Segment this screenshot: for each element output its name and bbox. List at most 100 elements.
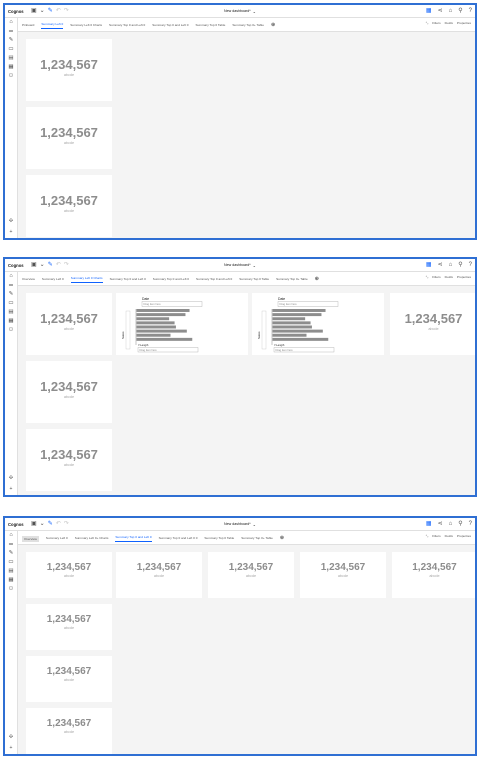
tab[interactable]: Summary Top 0 and Left 0 bbox=[110, 277, 146, 283]
bar-chart-card[interactable]: Date Drag item here Sales Y-Length Drag item… bbox=[116, 293, 248, 355]
pen-icon[interactable]: ✎ bbox=[5, 36, 17, 45]
fields-button[interactable]: Fields bbox=[445, 21, 453, 25]
filters-button[interactable]: Filters bbox=[432, 275, 440, 279]
kpi-card[interactable]: 1,234,567 abcde bbox=[26, 39, 112, 101]
people-icon[interactable]: ⚇ bbox=[5, 72, 17, 81]
share-icon[interactable]: ⋖ bbox=[438, 520, 443, 527]
edit-pencil-icon[interactable]: ✎ bbox=[48, 262, 53, 268]
kpi-card[interactable]: 1,234,567 abcde bbox=[392, 552, 475, 598]
table-icon[interactable]: ▦ bbox=[5, 317, 17, 326]
people-icon[interactable]: ⚇ bbox=[5, 585, 17, 594]
properties-button[interactable]: Properties bbox=[457, 21, 471, 25]
app-brand[interactable]: Cognos bbox=[5, 263, 28, 268]
expand-icon[interactable]: ⤡ bbox=[426, 275, 428, 279]
assistant-icon[interactable]: ▦ bbox=[426, 520, 432, 527]
redo-icon[interactable]: ↷ bbox=[64, 262, 69, 268]
pen-icon[interactable]: ✎ bbox=[5, 290, 17, 299]
table-icon[interactable]: ▦ bbox=[5, 576, 17, 585]
tab[interactable]: Summary Left 0 Charts bbox=[70, 23, 102, 29]
filters-button[interactable]: Filters bbox=[432, 21, 440, 25]
save-icon[interactable]: ▣ bbox=[31, 8, 37, 14]
undo-icon[interactable]: ↶ bbox=[56, 262, 61, 268]
kpi-card[interactable]: 1,234,567 abcde bbox=[26, 361, 112, 423]
tab[interactable]: Summary Top 0+ Table bbox=[232, 23, 264, 29]
redo-icon[interactable]: ↷ bbox=[64, 8, 69, 14]
tab[interactable]: Summary Top 0 Table bbox=[204, 536, 234, 542]
notifications-icon[interactable]: ⌂ bbox=[449, 521, 453, 527]
kpi-card[interactable]: 1,234,567 abcde bbox=[208, 552, 294, 598]
app-brand[interactable]: Cognos bbox=[5, 522, 28, 527]
tab[interactable]: Overview bbox=[22, 277, 35, 283]
help-icon[interactable]: ? bbox=[469, 8, 472, 14]
tab[interactable]: Summary Left 0 bbox=[46, 536, 68, 542]
chart-icon[interactable]: ▤ bbox=[5, 54, 17, 63]
home-icon[interactable]: ⌂ bbox=[5, 18, 17, 27]
kpi-card[interactable]: 1,234,567 abcde bbox=[26, 656, 112, 702]
add-nav-icon[interactable]: + bbox=[5, 486, 17, 492]
people-icon[interactable]: ⚇ bbox=[5, 326, 17, 335]
pen-icon[interactable]: ✎ bbox=[5, 549, 17, 558]
help-icon[interactable]: ? bbox=[469, 521, 472, 527]
tab-active[interactable]: Summary Left 0 Charts bbox=[70, 276, 103, 283]
kpi-card[interactable]: 1,234,567 abcde bbox=[26, 293, 112, 355]
redo-icon[interactable]: ↷ bbox=[64, 521, 69, 527]
widget-icon[interactable]: ▭ bbox=[5, 558, 17, 567]
table-icon[interactable]: ▦ bbox=[5, 63, 17, 72]
kpi-card[interactable]: 1,234,567 abcde bbox=[26, 604, 112, 650]
assistant-icon[interactable]: ▦ bbox=[426, 261, 432, 268]
notifications-icon[interactable]: ⌂ bbox=[449, 262, 453, 268]
app-brand[interactable]: Cognos bbox=[5, 9, 28, 14]
save-icon[interactable]: ▣ bbox=[31, 521, 37, 527]
kpi-card[interactable]: 1,234,567 abcde bbox=[116, 552, 202, 598]
filters-button[interactable]: Filters bbox=[432, 534, 440, 538]
tab[interactable]: Summary Top 0 and Left 0 bbox=[153, 277, 189, 283]
home-icon[interactable]: ⌂ bbox=[5, 272, 17, 281]
tab[interactable]: Summary Top 0 Table bbox=[196, 23, 226, 29]
widget-icon[interactable]: ▭ bbox=[5, 299, 17, 308]
save-icon[interactable]: ▣ bbox=[31, 262, 37, 268]
widget-icon[interactable]: ▭ bbox=[5, 45, 17, 54]
share-icon[interactable]: ⋖ bbox=[438, 261, 443, 268]
data-icon[interactable]: ⚌ bbox=[5, 27, 17, 36]
fields-button[interactable]: Fields bbox=[445, 275, 453, 279]
tab-active[interactable]: Summary Top 0 and Left 0 bbox=[115, 535, 152, 542]
add-tab-icon[interactable]: ⊕ bbox=[271, 23, 275, 28]
share-icon[interactable]: ⋖ bbox=[438, 7, 443, 14]
properties-button[interactable]: Properties bbox=[457, 534, 471, 538]
chart-icon[interactable]: ▤ bbox=[5, 308, 17, 317]
tab[interactable]: Summary Top 0 and Left 0 0 bbox=[159, 536, 198, 542]
add-tab-icon[interactable]: ⊕ bbox=[315, 277, 319, 282]
notifications-icon[interactable]: ⌂ bbox=[449, 8, 453, 14]
add-tab-icon[interactable]: ⊕ bbox=[280, 536, 284, 541]
expand-icon[interactable]: ⤡ bbox=[426, 534, 428, 538]
data-icon[interactable]: ⚌ bbox=[5, 540, 17, 549]
chevron-down-icon[interactable]: ⌄ bbox=[40, 521, 45, 527]
tab-active[interactable]: Summary Left 0 bbox=[41, 22, 64, 29]
tab[interactable]: Summary Top 0 and Left 0 bbox=[109, 23, 145, 29]
kpi-card[interactable]: 1,234,567 abcde bbox=[26, 175, 112, 237]
kpi-card[interactable]: 1,234,567 abcde bbox=[26, 552, 112, 598]
chevron-down-icon[interactable]: ⌄ bbox=[40, 8, 45, 14]
dashboard-title[interactable]: New dashboard* ⌄ bbox=[224, 9, 256, 14]
tab[interactable]: Overview bbox=[22, 535, 39, 542]
dashboard-title[interactable]: New dashboard* ⌄ bbox=[224, 522, 256, 527]
tab[interactable]: Summary Left 0 bbox=[42, 277, 64, 283]
edit-pencil-icon[interactable]: ✎ bbox=[48, 8, 53, 14]
edit-pencil-icon[interactable]: ✎ bbox=[48, 521, 53, 527]
kpi-card[interactable]: 1,234,567 abcde bbox=[300, 552, 386, 598]
bar-chart-card[interactable]: Date Drag item here Sales Y-Length Drag item… bbox=[252, 293, 384, 355]
chevron-down-icon[interactable]: ⌄ bbox=[40, 262, 45, 268]
tab[interactable]: Summary Top 0 Table bbox=[239, 277, 269, 283]
kpi-card[interactable]: 1,234,567 abcde bbox=[26, 107, 112, 169]
user-icon[interactable]: ⚲ bbox=[458, 7, 462, 14]
chart-icon[interactable]: ▤ bbox=[5, 567, 17, 576]
data-icon[interactable]: ⚌ bbox=[5, 281, 17, 290]
home-icon[interactable]: ⌂ bbox=[5, 531, 17, 540]
kpi-card[interactable]: 1,234,567 abcde bbox=[26, 429, 112, 491]
tab[interactable]: Summary Top 0+ Table bbox=[241, 536, 273, 542]
assistant-icon[interactable]: ▦ bbox=[426, 7, 432, 14]
add-nav-icon[interactable]: + bbox=[5, 745, 17, 751]
tab[interactable]: Summary Left 0+ Charts bbox=[75, 536, 109, 542]
tab[interactable]: Pinboard bbox=[22, 23, 34, 29]
undo-icon[interactable]: ↶ bbox=[56, 8, 61, 14]
